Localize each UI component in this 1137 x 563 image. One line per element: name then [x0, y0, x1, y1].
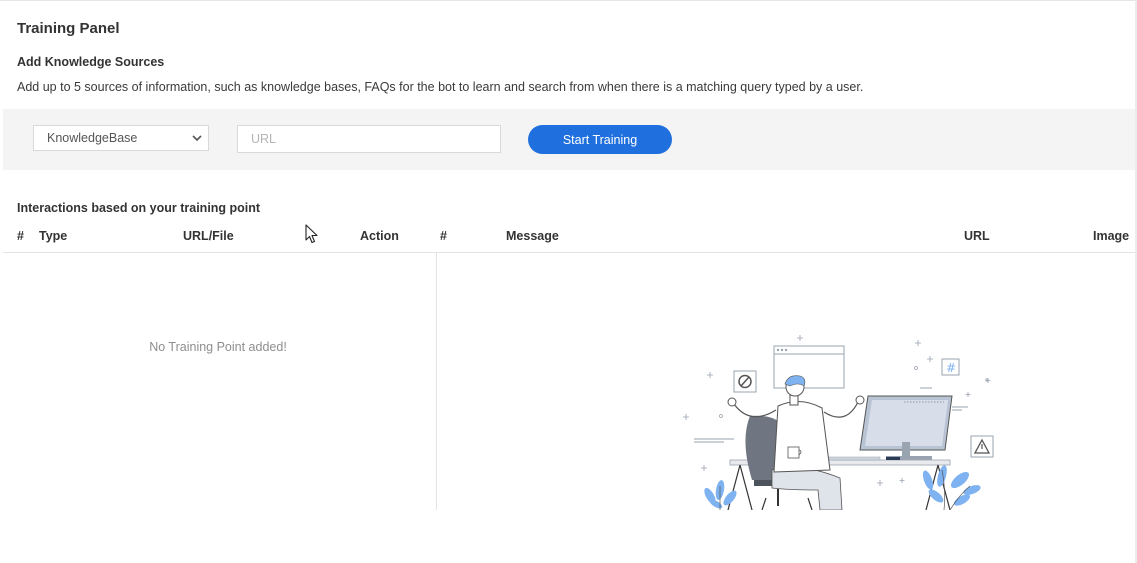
knowledge-source-form: KnowledgeBase Start Training: [3, 109, 1135, 170]
chevron-down-icon: [192, 135, 202, 142]
col-header-type: Type: [39, 229, 68, 243]
page-title: Training Panel: [17, 20, 120, 37]
url-input[interactable]: [237, 125, 501, 153]
interactions-title: Interactions based on your training poin…: [17, 201, 261, 215]
start-training-button[interactable]: Start Training: [528, 125, 672, 154]
col-header-image: Image: [1093, 229, 1130, 243]
svg-text:#: #: [946, 361, 956, 375]
source-type-select[interactable]: KnowledgeBase: [33, 125, 209, 151]
col-header-training-number: #: [17, 229, 24, 243]
col-header-url-file: URL/File: [183, 229, 234, 243]
knowledge-sources-title: Add Knowledge Sources: [17, 55, 165, 69]
empty-state-illustration: #: [683, 335, 994, 510]
col-header-interaction-number: #: [440, 229, 447, 243]
col-header-url: URL: [964, 229, 990, 243]
col-header-message: Message: [506, 229, 559, 243]
mouse-pointer-icon: [305, 224, 318, 244]
top-border: [0, 0, 1137, 1]
table-header-divider: [3, 252, 1135, 253]
col-header-action: Action: [360, 229, 399, 243]
knowledge-sources-description: Add up to 5 sources of information, such…: [17, 80, 864, 94]
source-type-value: KnowledgeBase: [47, 131, 138, 145]
empty-training-message: No Training Point added!: [149, 340, 287, 354]
table-column-divider: [436, 253, 437, 510]
